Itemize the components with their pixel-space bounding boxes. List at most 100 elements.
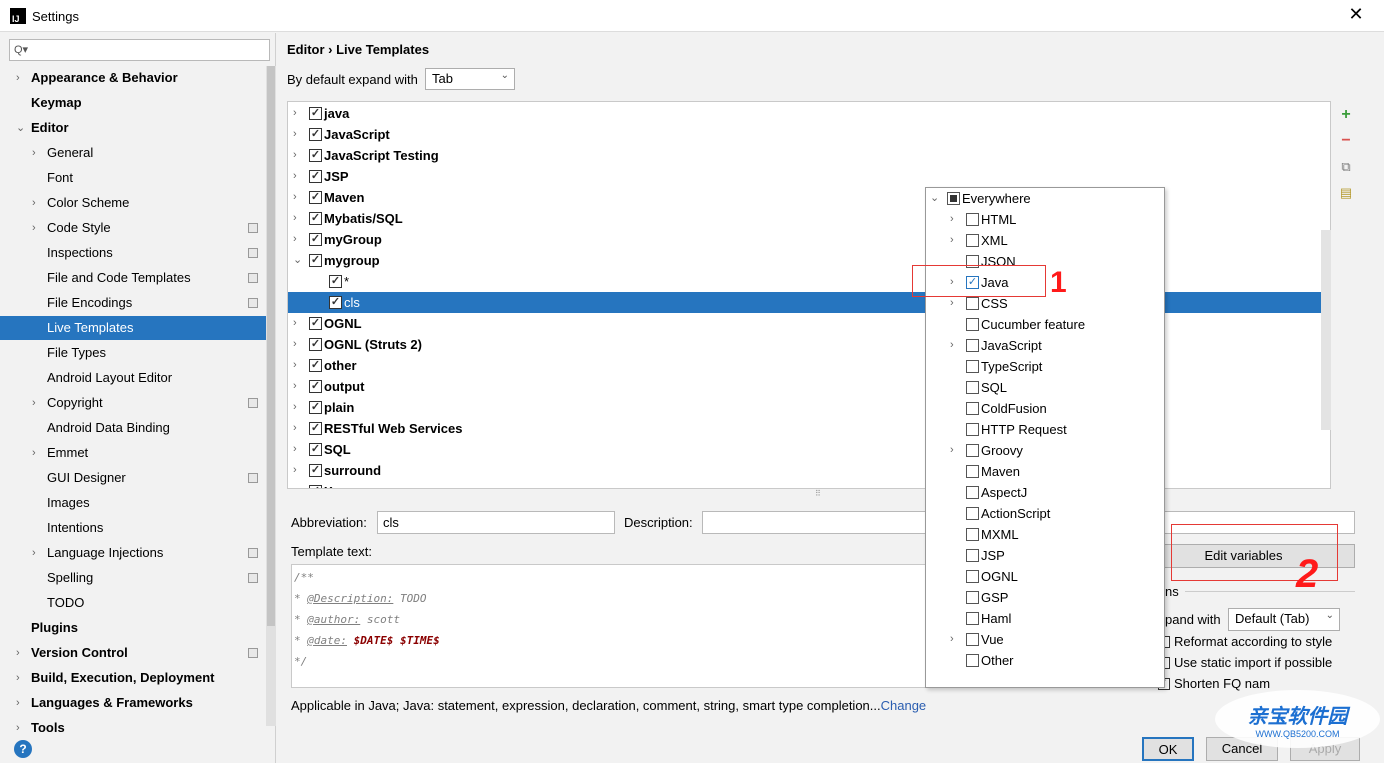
checkbox[interactable]: ✓: [309, 422, 322, 435]
sidebar-item[interactable]: › Code Style: [0, 216, 266, 240]
chevron-right-icon[interactable]: ›: [32, 191, 36, 215]
chevron-right-icon[interactable]: ›: [293, 418, 297, 439]
chevron-right-icon[interactable]: ›: [32, 541, 36, 565]
context-item[interactable]: › XML: [926, 230, 1164, 251]
sidebar-item[interactable]: › Build, Execution, Deployment: [0, 666, 266, 690]
checkbox[interactable]: ✓: [329, 296, 342, 309]
checkbox[interactable]: ✓: [309, 233, 322, 246]
template-group[interactable]: › ✓ OGNL (Struts 2): [288, 334, 1330, 355]
chevron-right-icon[interactable]: ›: [293, 187, 297, 208]
template-group[interactable]: › ✓ JavaScript: [288, 124, 1330, 145]
sidebar-item[interactable]: TODO: [0, 591, 266, 615]
context-item[interactable]: Other: [926, 650, 1164, 671]
sidebar-item[interactable]: › Language Injections: [0, 541, 266, 565]
checkbox[interactable]: ✓: [329, 275, 342, 288]
checkbox[interactable]: [966, 234, 979, 247]
help-icon[interactable]: ?: [14, 740, 32, 758]
context-item[interactable]: › Vue: [926, 629, 1164, 650]
chevron-right-icon[interactable]: ›: [950, 629, 954, 650]
sidebar-item[interactable]: › Appearance & Behavior: [0, 66, 266, 90]
checkbox[interactable]: [966, 528, 979, 541]
sidebar-item[interactable]: Intentions: [0, 516, 266, 540]
sidebar-item[interactable]: File and Code Templates: [0, 266, 266, 290]
chevron-right-icon[interactable]: ›: [32, 141, 36, 165]
checkbox[interactable]: [966, 423, 979, 436]
sidebar-item[interactable]: ⌄ Editor: [0, 116, 266, 140]
sidebar-item[interactable]: Inspections: [0, 241, 266, 265]
sidebar-item[interactable]: › Tools: [0, 716, 266, 740]
checkbox[interactable]: ✓: [309, 401, 322, 414]
change-context-link[interactable]: Change: [881, 698, 927, 713]
template-group[interactable]: › ✓ OGNL: [288, 313, 1330, 334]
checkbox[interactable]: ✓: [309, 359, 322, 372]
chevron-right-icon[interactable]: ›: [293, 208, 297, 229]
template-group[interactable]: › ✓ JavaScript Testing: [288, 145, 1330, 166]
sidebar-scrollbar-thumb[interactable]: [267, 66, 275, 626]
checkbox[interactable]: ✓: [309, 317, 322, 330]
sidebar-item[interactable]: › Languages & Frameworks: [0, 691, 266, 715]
checkbox[interactable]: [966, 360, 979, 373]
checkbox[interactable]: ✓: [309, 107, 322, 120]
sidebar-item[interactable]: Live Templates: [0, 316, 266, 340]
chevron-right-icon[interactable]: ›: [16, 641, 20, 665]
context-item[interactable]: ActionScript: [926, 503, 1164, 524]
template-group[interactable]: › ✓ java: [288, 103, 1330, 124]
chevron-right-icon[interactable]: ›: [16, 716, 20, 740]
template-item[interactable]: ✓ *: [288, 271, 1330, 292]
template-group[interactable]: › ✓ RESTful Web Services: [288, 418, 1330, 439]
chevron-right-icon[interactable]: ›: [16, 666, 20, 690]
checkbox[interactable]: ✓: [309, 170, 322, 183]
chevron-right-icon[interactable]: ›: [32, 391, 36, 415]
sidebar-item[interactable]: Font: [0, 166, 266, 190]
chevron-down-icon[interactable]: ⌄: [293, 250, 302, 271]
sidebar-item[interactable]: › Emmet: [0, 441, 266, 465]
templates-scrollbar[interactable]: [1321, 230, 1331, 430]
context-item[interactable]: › Groovy: [926, 440, 1164, 461]
checkbox[interactable]: ✓: [309, 191, 322, 204]
chevron-right-icon[interactable]: ›: [16, 691, 20, 715]
chevron-right-icon[interactable]: ›: [293, 334, 297, 355]
context-item-everywhere[interactable]: ⌄ Everywhere: [926, 188, 1164, 209]
sidebar-item[interactable]: › General: [0, 141, 266, 165]
ok-button[interactable]: OK: [1142, 737, 1194, 761]
chevron-right-icon[interactable]: ›: [293, 439, 297, 460]
abbreviation-input[interactable]: cls: [377, 511, 615, 534]
checkbox[interactable]: [966, 318, 979, 331]
checkbox[interactable]: [966, 213, 979, 226]
chevron-right-icon[interactable]: ›: [293, 313, 297, 334]
checkbox[interactable]: [966, 339, 979, 352]
template-group[interactable]: › ✓ JSP: [288, 166, 1330, 187]
checkbox[interactable]: [966, 570, 979, 583]
context-item[interactable]: GSP: [926, 587, 1164, 608]
close-icon[interactable]: ✕: [1344, 4, 1368, 28]
chevron-right-icon[interactable]: ›: [293, 229, 297, 250]
expand-key-select[interactable]: Tab ⌄: [425, 68, 515, 90]
options-expand-select[interactable]: Default (Tab) ⌄: [1228, 608, 1340, 631]
checkbox[interactable]: ✓: [309, 485, 322, 488]
checkbox[interactable]: ✓: [309, 212, 322, 225]
sidebar-item[interactable]: › Version Control: [0, 641, 266, 665]
chevron-right-icon[interactable]: ›: [950, 440, 954, 461]
context-item[interactable]: JSP: [926, 545, 1164, 566]
checkbox[interactable]: [966, 381, 979, 394]
sidebar-item[interactable]: › Color Scheme: [0, 191, 266, 215]
sidebar-item[interactable]: Plugins: [0, 616, 266, 640]
template-group[interactable]: › ✓X...: [288, 481, 1330, 488]
context-item[interactable]: Maven: [926, 461, 1164, 482]
template-group[interactable]: ⌄ ✓ mygroup: [288, 250, 1330, 271]
sidebar-item[interactable]: Android Layout Editor: [0, 366, 266, 390]
chevron-right-icon[interactable]: ›: [32, 441, 36, 465]
context-item[interactable]: SQL: [926, 377, 1164, 398]
checkbox[interactable]: [966, 465, 979, 478]
template-group[interactable]: › ✓ output: [288, 376, 1330, 397]
context-item[interactable]: HTTP Request: [926, 419, 1164, 440]
checkbox[interactable]: ✓: [309, 443, 322, 456]
checkbox[interactable]: [966, 402, 979, 415]
template-item[interactable]: ✓ cls: [288, 292, 1330, 313]
add-icon[interactable]: +: [1338, 107, 1354, 123]
chevron-right-icon[interactable]: ›: [950, 335, 954, 356]
checkbox[interactable]: ✓: [309, 254, 322, 267]
checkbox[interactable]: ✓: [309, 149, 322, 162]
checkbox[interactable]: [966, 507, 979, 520]
template-group[interactable]: › ✓ myGroup: [288, 229, 1330, 250]
